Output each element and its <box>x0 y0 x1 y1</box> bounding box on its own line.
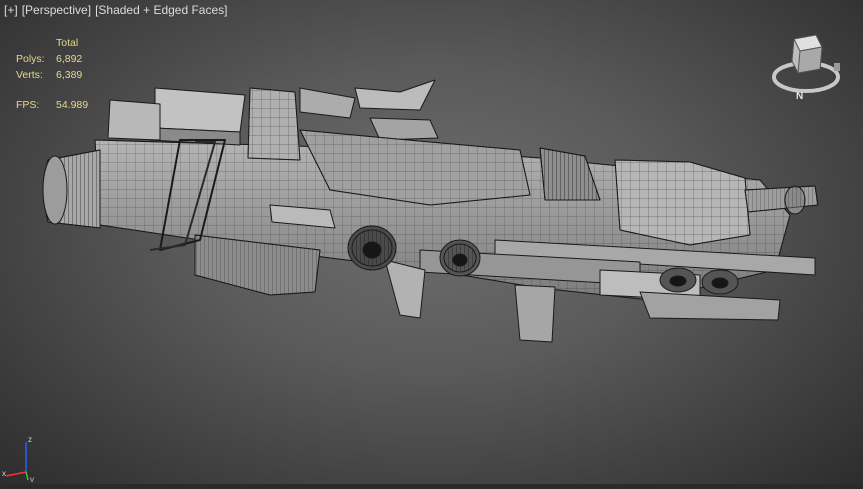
compass-north-label: N <box>796 91 803 101</box>
lower-fin <box>384 259 426 319</box>
upper-block-3 <box>107 99 161 141</box>
top-fin-1 <box>354 79 436 111</box>
top-fin-2 <box>369 117 439 141</box>
lower-pylon <box>514 284 556 343</box>
axis-z-label: z <box>28 435 32 444</box>
turbine-mid <box>439 239 481 277</box>
viewport-bottom-border <box>0 484 863 489</box>
turbine-front-1 <box>659 267 697 293</box>
compass-marker-east <box>834 63 840 71</box>
spaceship-model[interactable] <box>0 0 863 489</box>
axis-x-label: x <box>2 469 6 478</box>
axis-tripod-icon: z x y <box>2 435 34 482</box>
turbine-left <box>347 225 397 271</box>
axis-y-label: y <box>30 475 34 482</box>
upper-block-1 <box>154 87 246 133</box>
turbine-front-2 <box>701 269 739 295</box>
viewcube[interactable]: N <box>766 33 848 101</box>
